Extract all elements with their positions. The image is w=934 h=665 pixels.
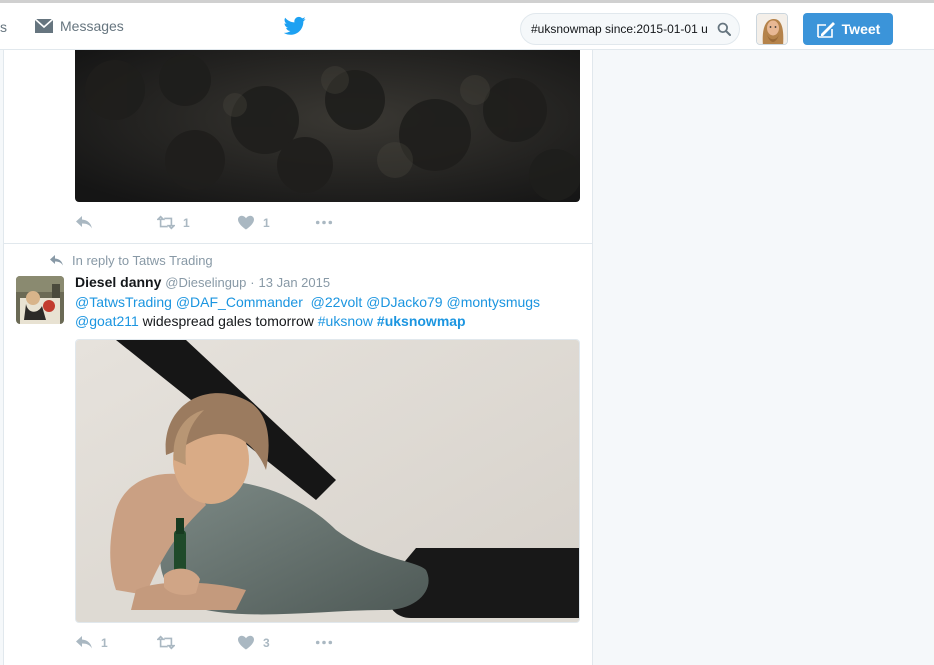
reply-icon [76, 216, 92, 229]
author-avatar-image [16, 276, 64, 324]
more-dots-icon [315, 640, 333, 645]
dark-treeline-photo [75, 50, 580, 202]
envelope-icon [34, 18, 54, 33]
user-avatar-image [757, 14, 787, 44]
retweet-icon [157, 215, 175, 230]
more-dots-icon [315, 220, 333, 225]
tweet-plain-text: widespread gales tomorrow [138, 313, 318, 329]
like-count: 1 [263, 215, 270, 230]
hashtag-link[interactable]: #uksnow [318, 313, 373, 329]
tweet-timestamp[interactable]: 13 Jan 2015 [259, 275, 331, 290]
tweet-button[interactable]: Tweet [803, 13, 893, 45]
tweet-header: Diesel danny @Dieselingup · 13 Jan 2015 [75, 274, 330, 290]
author-fullname[interactable]: Diesel danny [75, 274, 161, 290]
mention-link[interactable]: @DAF_Commander [176, 294, 303, 310]
like-action[interactable]: 3 [237, 635, 270, 650]
like-count: 3 [263, 635, 270, 650]
mention-link[interactable]: @DJacko79 [366, 294, 442, 310]
tweet-media-image[interactable] [75, 339, 580, 623]
author-username[interactable]: @Dieselingup [165, 275, 246, 290]
reply-context[interactable]: In reply to Tatws Trading [50, 253, 213, 268]
reply-context-label: In reply to Tatws Trading [72, 253, 213, 268]
header-separator: · [250, 275, 255, 290]
reply-action[interactable] [75, 215, 101, 230]
twitter-bird-icon[interactable] [284, 16, 306, 36]
retweet-icon [157, 635, 175, 650]
tweet-actions: 1 1 [75, 215, 375, 235]
more-action[interactable] [315, 635, 333, 650]
heart-icon [238, 635, 254, 650]
nav-item-messages-label: Messages [60, 18, 124, 34]
tweet-actions: 1 3 [75, 635, 375, 655]
search-input[interactable] [531, 20, 717, 38]
tweet-photo [76, 340, 579, 622]
nav-item-fragment[interactable]: s [0, 19, 7, 35]
reply-icon [76, 636, 92, 649]
mention-link[interactable]: @22volt [311, 294, 363, 310]
mention-link[interactable]: @montysmugs [446, 294, 540, 310]
nav-item-messages[interactable]: Messages [34, 17, 124, 35]
tweet-text: @TatwsTrading @DAF_Commander @22volt @DJ… [75, 293, 580, 331]
tweet-media-image[interactable] [75, 50, 580, 202]
timeline-stream: 1 1 In reply to Tatws Trading Diesel dan… [3, 50, 593, 665]
user-avatar[interactable] [756, 13, 788, 45]
like-action[interactable]: 1 [237, 215, 270, 230]
hashtag-link-highlighted[interactable]: #uksnowmap [377, 313, 466, 329]
top-navigation-bar: s Messages Tweet [0, 0, 934, 50]
search-box [520, 13, 740, 45]
reply-action[interactable]: 1 [75, 635, 108, 650]
retweet-count: 1 [183, 215, 190, 230]
reply-count: 1 [101, 635, 108, 650]
retweet-action[interactable]: 1 [157, 215, 190, 230]
more-action[interactable] [315, 215, 333, 230]
mention-link[interactable]: @TatwsTrading [75, 294, 172, 310]
mention-link[interactable]: @goat211 [75, 313, 139, 329]
search-icon[interactable] [717, 22, 731, 36]
heart-icon [238, 215, 254, 230]
retweet-action[interactable] [157, 635, 183, 650]
compose-icon [816, 22, 835, 38]
reply-icon [50, 255, 63, 266]
tweet-divider [4, 243, 592, 244]
tweet-button-label: Tweet [841, 21, 881, 37]
author-avatar[interactable] [16, 276, 64, 324]
